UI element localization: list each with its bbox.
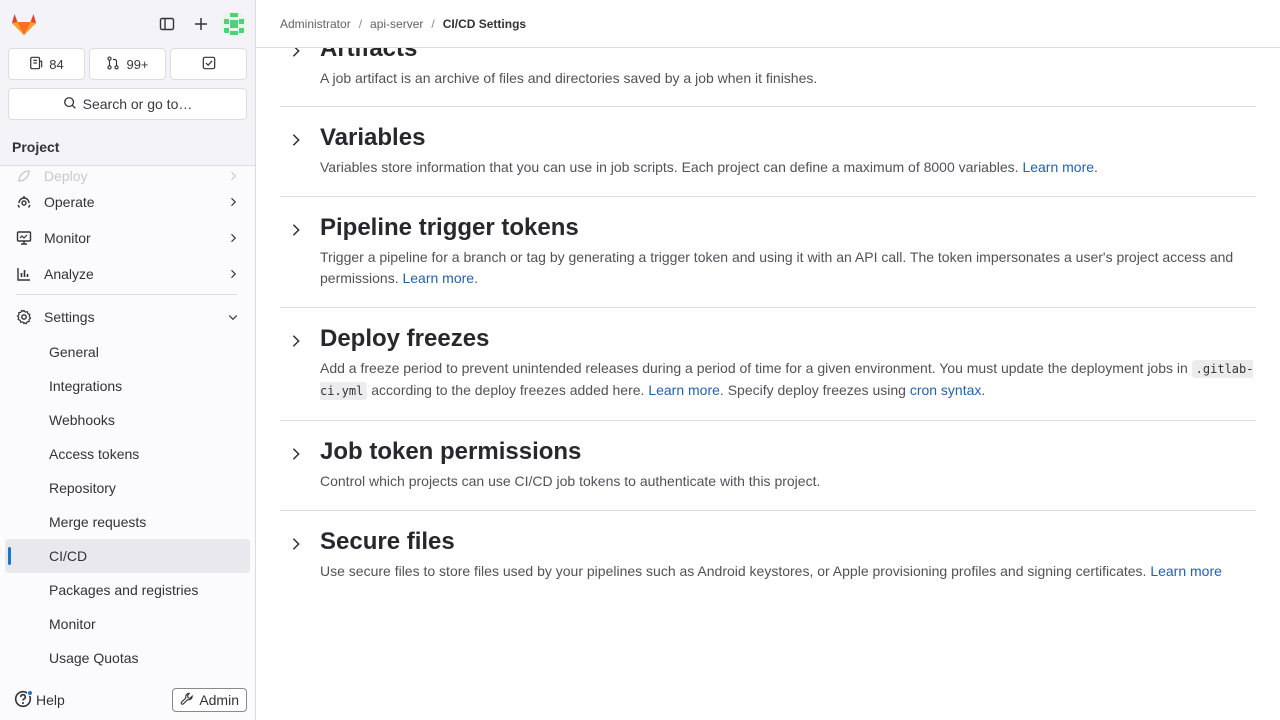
plus-icon[interactable]: [187, 10, 215, 38]
section-description: Add a freeze period to prevent unintende…: [320, 358, 1256, 402]
description-text: Use secure files to store files used by …: [320, 563, 1147, 579]
sidebar-item-deploy[interactable]: Deploy: [0, 166, 255, 184]
sidebar-item-operate[interactable]: Operate: [0, 184, 255, 220]
sidebar-item-monitor[interactable]: Monitor: [0, 220, 255, 256]
description-text: . Specify deploy freezes using: [719, 382, 906, 398]
issues-count-button[interactable]: 84: [8, 48, 85, 80]
settings-section-trigger-tokens: Pipeline trigger tokens Trigger a pipeli…: [280, 197, 1256, 308]
sidebar-subitem-usage-quotas[interactable]: Usage Quotas: [5, 641, 250, 675]
sidebar-item-label: Settings: [44, 309, 95, 325]
section-title[interactable]: Variables: [320, 123, 1256, 153]
sidebar-footer: Help Admin: [0, 680, 255, 720]
sidebar-subitem-repository[interactable]: Repository: [5, 471, 250, 505]
chevron-right-icon[interactable]: [288, 536, 304, 552]
gear-icon: [16, 309, 32, 325]
section-title[interactable]: Deploy freezes: [320, 324, 1256, 354]
settings-section-variables: Variables Variables store information th…: [280, 107, 1256, 197]
search-icon: [63, 96, 77, 113]
issues-count: 84: [49, 56, 64, 72]
merge-requests-count: 99+: [126, 56, 149, 72]
wrench-icon: [180, 692, 194, 709]
toggle-sidebar-icon[interactable]: [153, 10, 181, 38]
punctuation: .: [474, 270, 478, 286]
sidebar-subitem-general[interactable]: General: [5, 335, 250, 369]
chevron-right-icon: [225, 194, 241, 210]
breadcrumb: Administrator / api-server / CI/CD Setti…: [256, 0, 1280, 48]
sidebar-subitem-integrations[interactable]: Integrations: [5, 369, 250, 403]
breadcrumb-separator: /: [358, 16, 363, 31]
help-button[interactable]: Help: [14, 689, 65, 711]
admin-button[interactable]: Admin: [172, 688, 247, 712]
punctuation: .: [981, 382, 986, 398]
sidebar-item-label: Deploy: [44, 168, 88, 184]
sidebar-item-settings[interactable]: Settings: [0, 299, 255, 335]
section-description: Variables store information that you can…: [320, 157, 1256, 178]
cron-syntax-link[interactable]: cron syntax: [910, 382, 982, 398]
breadcrumb-separator: /: [431, 16, 435, 31]
sidebar-item-label: Analyze: [44, 266, 94, 282]
notification-dot: [27, 689, 33, 696]
chevron-right-icon: [225, 266, 241, 282]
help-label: Help: [36, 692, 65, 708]
section-description: A job artifact is an archive of files an…: [320, 70, 818, 86]
breadcrumb-item[interactable]: Administrator: [280, 17, 351, 31]
sidebar-item-label: Monitor: [44, 230, 91, 246]
breadcrumb-current[interactable]: CI/CD Settings: [443, 17, 526, 31]
description-text: according to the deploy freezes added he…: [371, 382, 645, 398]
merge-request-icon: [106, 55, 120, 73]
section-description: Use secure files to store files used by …: [320, 561, 1256, 582]
punctuation: .: [1094, 159, 1098, 175]
section-title[interactable]: Pipeline trigger tokens: [320, 213, 1256, 243]
avatar[interactable]: [221, 11, 247, 37]
breadcrumb-item[interactable]: api-server: [370, 17, 423, 31]
search-label: Search or go to…: [82, 96, 193, 112]
chevron-right-icon[interactable]: [288, 333, 304, 349]
sidebar-nav: Deploy Operate Monitor Analyze Settings …: [0, 166, 255, 675]
chevron-right-icon[interactable]: [288, 222, 304, 238]
chevron-right-icon: [225, 230, 241, 246]
chevron-right-icon[interactable]: [288, 446, 304, 462]
sidebar-subitem-monitor[interactable]: Monitor: [5, 607, 250, 641]
main-content: Artifacts A job artifact is an archive o…: [280, 0, 1256, 720]
settings-section-deploy-freezes: Deploy freezes Add a freeze period to pr…: [280, 308, 1256, 421]
settings-section-secure-files: Secure files Use secure files to store f…: [280, 511, 1256, 600]
sidebar-item-analyze[interactable]: Analyze: [0, 256, 255, 292]
sidebar-divider: [16, 294, 237, 295]
learn-more-link[interactable]: Learn more: [402, 270, 474, 286]
todo-checkbox-icon: [202, 56, 216, 73]
sidebar-subitem-access-tokens[interactable]: Access tokens: [5, 437, 250, 471]
sidebar-subitem-cicd[interactable]: CI/CD: [5, 539, 250, 573]
merge-requests-count-button[interactable]: 99+: [89, 48, 166, 80]
sidebar-section-title: Project: [0, 128, 255, 166]
deployments-icon: [16, 194, 32, 210]
section-description: Control which projects can use CI/CD job…: [320, 473, 821, 489]
settings-section-job-token: Job token permissions Control which proj…: [280, 421, 1256, 511]
chevron-right-icon[interactable]: [288, 132, 304, 148]
section-title[interactable]: Secure files: [320, 527, 1256, 557]
gitlab-logo-icon[interactable]: [10, 10, 38, 38]
chevron-down-icon: [225, 309, 241, 325]
chart-icon: [16, 266, 32, 282]
learn-more-link[interactable]: Learn more: [648, 382, 720, 398]
sidebar-subitem-packages-registries[interactable]: Packages and registries: [5, 573, 250, 607]
issues-icon: [29, 56, 43, 73]
section-description: Trigger a pipeline for a branch or tag b…: [320, 247, 1256, 289]
search-button[interactable]: Search or go to…: [8, 88, 247, 120]
sidebar-subitem-merge-requests[interactable]: Merge requests: [5, 505, 250, 539]
admin-label: Admin: [199, 692, 239, 708]
section-title[interactable]: Job token permissions: [320, 437, 1256, 467]
description-text: Variables store information that you can…: [320, 159, 1019, 175]
sidebar-header: [0, 0, 255, 48]
chevron-right-icon: [225, 168, 241, 184]
rocket-icon: [16, 168, 32, 184]
sidebar: 84 99+ Search or go to… Project Deploy O…: [0, 0, 256, 720]
sidebar-subitem-webhooks[interactable]: Webhooks: [5, 403, 250, 437]
monitor-icon: [16, 230, 32, 246]
description-text: Add a freeze period to prevent unintende…: [320, 360, 1188, 376]
learn-more-link[interactable]: Learn more: [1022, 159, 1094, 175]
todos-button[interactable]: [170, 48, 247, 80]
learn-more-link[interactable]: Learn more: [1150, 563, 1222, 579]
sidebar-item-label: Operate: [44, 194, 95, 210]
